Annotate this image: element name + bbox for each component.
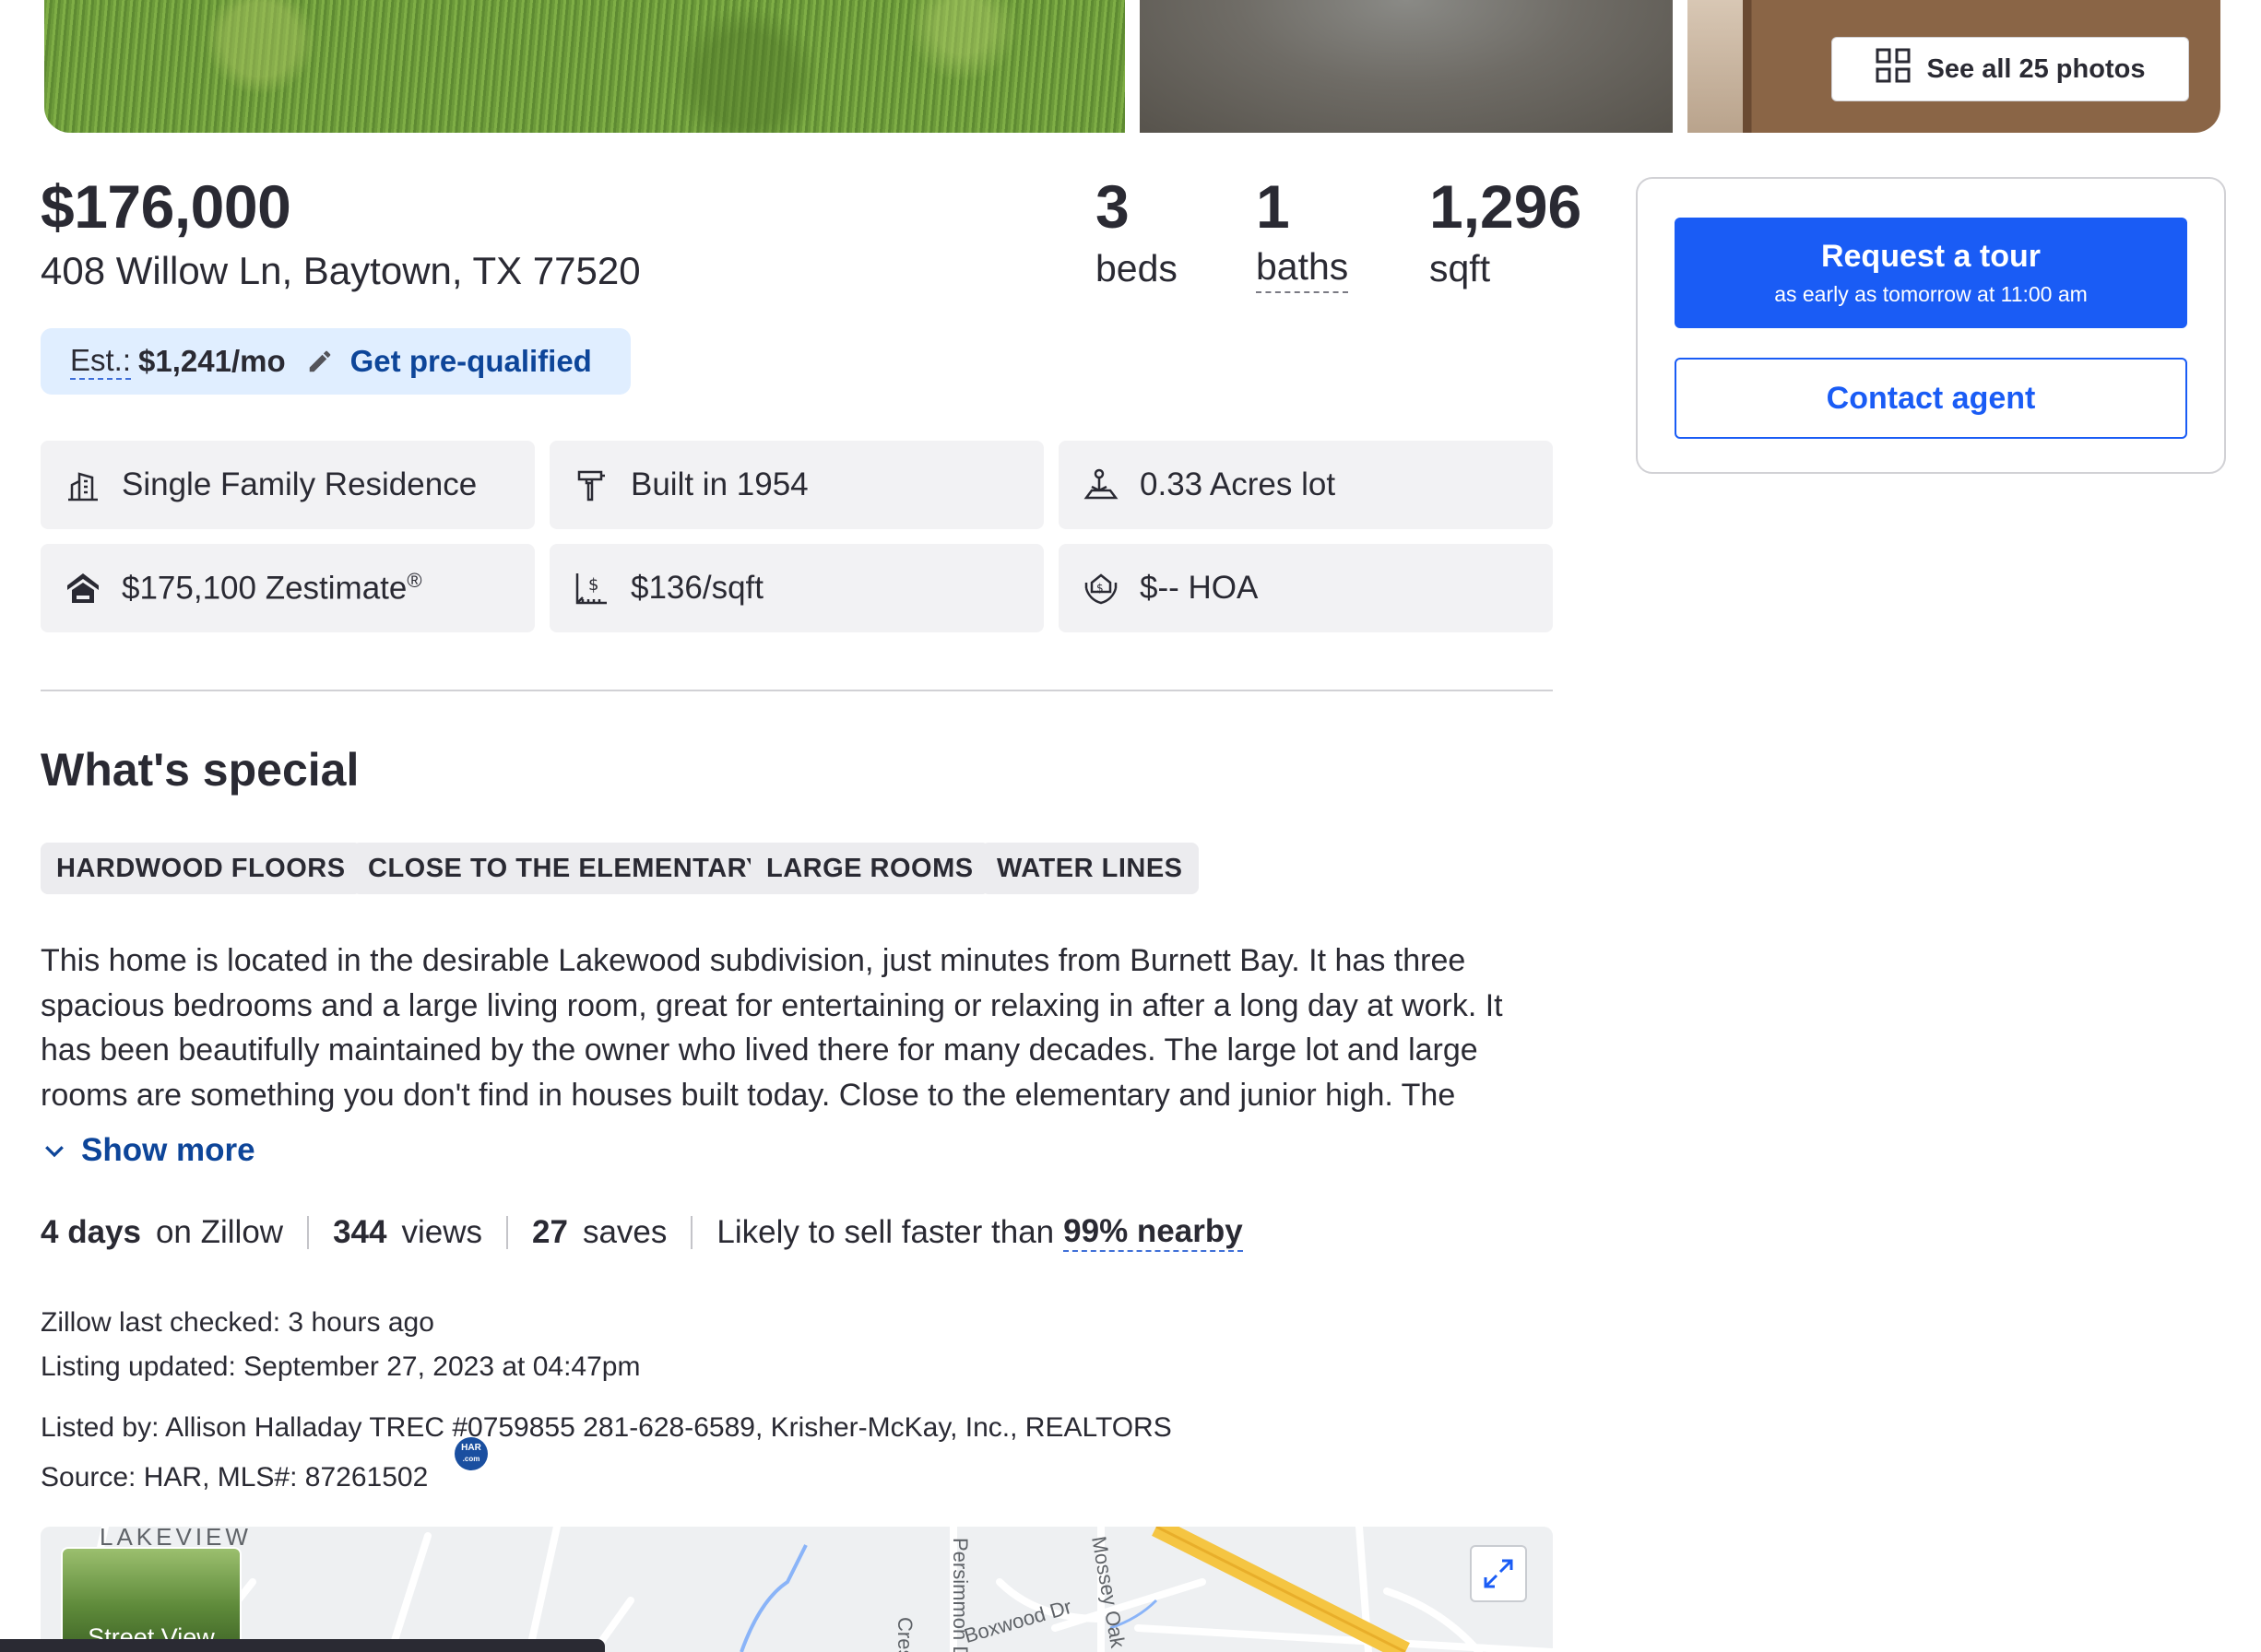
est-monthly-value: $1,241/mo — [138, 344, 286, 378]
listing-updated-text: Listing updated: September 27, 2023 at 0… — [41, 1351, 641, 1382]
sqft-value: 1,296 — [1429, 172, 1582, 241]
har-logo-icon: HAR .com — [455, 1437, 488, 1470]
listed-by-text: Listed by: Allison Halladay TREC #075985… — [41, 1412, 1172, 1443]
listing-price: $176,000 — [41, 172, 291, 241]
source-text: Source: HAR, MLS#: 87261502 — [41, 1462, 429, 1493]
svg-text:$: $ — [588, 575, 598, 595]
map-label-cres: Cres — [894, 1617, 917, 1652]
beds-stat: 3 beds — [1095, 171, 1178, 290]
fact-year-built-text: Built in 1954 — [631, 466, 809, 502]
zestimate-icon — [67, 573, 99, 603]
beds-label: beds — [1095, 247, 1178, 289]
baths-value: 1 — [1256, 172, 1290, 241]
estimated-payment-pill: Est.: $1,241/mo Get pre-qualified — [41, 328, 631, 395]
request-tour-sublabel: as early as tomorrow at 11:00 am — [1774, 282, 2088, 306]
baths-stat: 1 baths — [1256, 171, 1349, 293]
saves-label: saves — [582, 1214, 668, 1250]
listing-photo-2[interactable] — [1140, 0, 1673, 133]
views-label: views — [401, 1214, 483, 1250]
map-roads — [74, 1527, 1553, 1652]
lot-icon — [1083, 468, 1119, 500]
days-on-zillow-value: 4 days — [41, 1214, 141, 1250]
price-per-sqft-icon: $ — [575, 573, 607, 605]
pencil-icon[interactable] — [306, 348, 334, 375]
hammer-icon — [577, 470, 605, 502]
expand-icon — [1484, 1559, 1513, 1588]
fact-home-type-text: Single Family Residence — [122, 466, 478, 502]
section-divider — [41, 690, 1553, 691]
request-tour-label: Request a tour — [1820, 239, 2042, 274]
get-prequalified-link[interactable]: Get pre-qualified — [350, 344, 592, 379]
fact-year-built: Built in 1954 — [550, 441, 1044, 529]
chip-large-rooms: LARGE ROOMS — [751, 843, 989, 894]
beds-value: 3 — [1095, 172, 1130, 241]
fact-price-per-sqft-text: $136/sqft — [631, 570, 764, 606]
stats-separator — [506, 1216, 509, 1249]
fact-hoa-text: $-- HOA — [1140, 570, 1259, 606]
fact-lot-size-text: 0.33 Acres lot — [1140, 466, 1336, 502]
fact-lot-size: 0.33 Acres lot — [1059, 441, 1553, 529]
likely-to-sell-text: Likely to sell faster than — [716, 1214, 1055, 1250]
sqft-stat: 1,296 sqft — [1429, 171, 1581, 290]
fact-zestimate[interactable]: $175,100 Zestimate® — [41, 544, 535, 632]
street-view-thumbnail[interactable]: Street View — [61, 1547, 242, 1652]
fact-price-per-sqft: $ $136/sqft — [550, 544, 1044, 632]
saves-value: 27 — [532, 1214, 568, 1250]
views-value: 344 — [333, 1214, 387, 1250]
chip-hardwood-floors: HARDWOOD FLOORS — [41, 843, 361, 894]
days-on-zillow-label: on Zillow — [155, 1214, 284, 1250]
expand-map-button[interactable] — [1470, 1545, 1527, 1602]
see-all-photos-button[interactable]: See all 25 photos — [1831, 37, 2189, 101]
listing-stats-row: 4 days on Zillow 344 views 27 saves Like… — [41, 1213, 1243, 1252]
fact-home-type: Single Family Residence — [41, 441, 535, 529]
stats-separator — [691, 1216, 693, 1249]
chip-close-to-elementary: CLOSE TO THE ELEMENTARY — [352, 843, 780, 894]
hoa-icon: $ — [1084, 573, 1118, 605]
fact-hoa: $ $-- HOA — [1059, 544, 1553, 632]
map-address-caption-bar — [0, 1639, 605, 1652]
likely-to-sell-value[interactable]: 99% nearby — [1063, 1213, 1243, 1252]
est-label[interactable]: Est.: — [70, 343, 132, 380]
chip-water-lines: WATER LINES — [981, 843, 1199, 894]
contact-agent-button[interactable]: Contact agent — [1675, 358, 2187, 439]
building-icon — [68, 472, 98, 502]
baths-label[interactable]: baths — [1256, 245, 1349, 293]
show-more-label: Show more — [81, 1132, 255, 1168]
last-checked-text: Zillow last checked: 3 hours ago — [41, 1307, 434, 1338]
whats-special-title: What's special — [41, 744, 360, 796]
request-tour-button[interactable]: Request a tour as early as tomorrow at 1… — [1675, 218, 2187, 328]
listing-photo-main[interactable] — [44, 0, 1125, 133]
show-more-button[interactable]: Show more — [41, 1132, 255, 1169]
contact-card: Request a tour as early as tomorrow at 1… — [1636, 177, 2226, 474]
sqft-label: sqft — [1429, 247, 1491, 289]
chevron-down-icon — [41, 1137, 68, 1164]
listing-description: This home is located in the desirable La… — [41, 943, 1503, 1113]
listing-address: 408 Willow Ln, Baytown, TX 77520 — [41, 249, 641, 292]
stats-separator — [307, 1216, 310, 1249]
see-all-photos-label: See all 25 photos — [1926, 53, 2146, 84]
map-preview[interactable]: LAKEVIEW Persimmon Dr Mossey Oak Dr Boxw… — [41, 1527, 1553, 1652]
svg-text:$: $ — [1096, 582, 1104, 595]
fact-zestimate-text: $175,100 Zestimate® — [122, 569, 422, 607]
listing-page: See all 25 photos $176,000 408 Willow Ln… — [0, 0, 2261, 1652]
grid-icon — [1876, 48, 1911, 90]
